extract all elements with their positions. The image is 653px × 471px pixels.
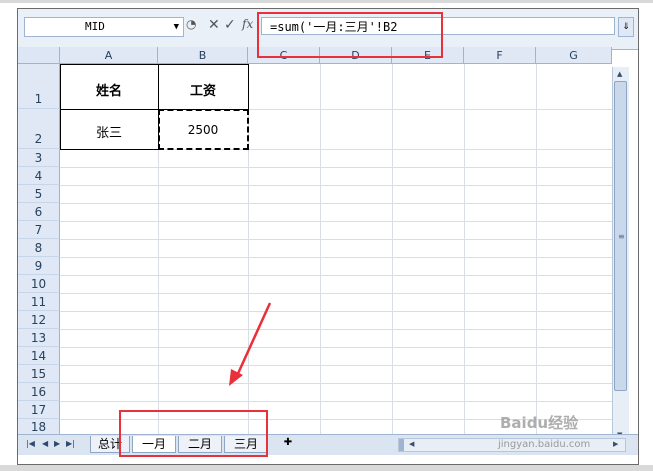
- arrow-shaft: [234, 302, 272, 379]
- annotation-arrow: [229, 302, 272, 386]
- arrow-head: [229, 369, 243, 386]
- watermark-url: jingyan.baidu.com: [498, 439, 591, 450]
- watermark-logo: Baidu经验: [500, 414, 579, 432]
- bottom-edge: [0, 465, 653, 471]
